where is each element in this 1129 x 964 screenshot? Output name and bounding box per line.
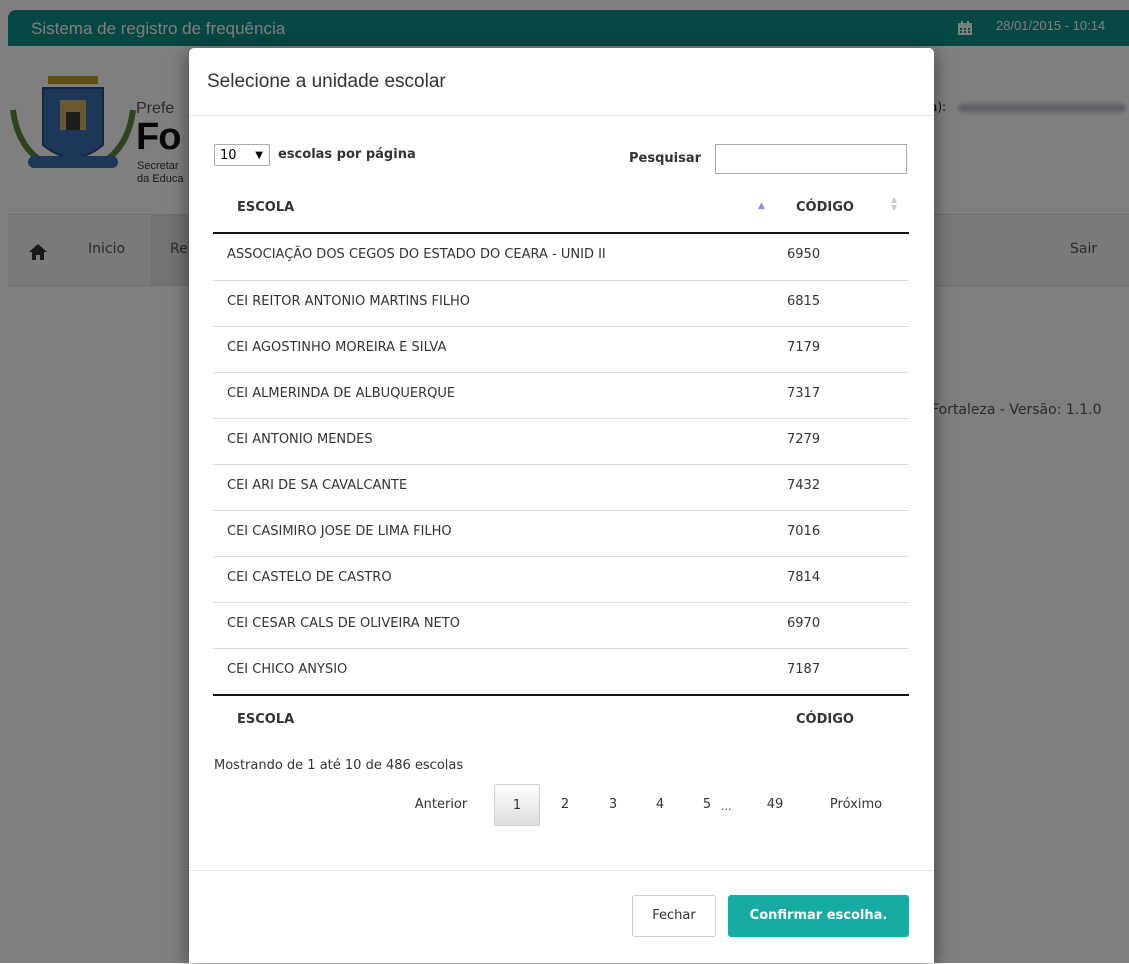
school-name-cell: CEI AGOSTINHO MOREIRA E SILVA bbox=[227, 340, 447, 355]
search-input[interactable] bbox=[715, 144, 907, 174]
school-code-cell: 7432 bbox=[787, 478, 821, 493]
pagination-page-4[interactable]: 4 bbox=[647, 784, 673, 826]
sort-ascending-icon: ▲ bbox=[758, 201, 765, 211]
table-header: ESCOLA ▲ CÓDIGO ▲ ▼ bbox=[213, 185, 909, 234]
table-footer: ESCOLA CÓDIGO bbox=[213, 694, 909, 742]
sort-both-icon: ▲ ▼ bbox=[891, 195, 898, 212]
table-row[interactable]: CEI ARI DE SA CAVALCANTE 7432 bbox=[213, 464, 909, 510]
pagination-page-3[interactable]: 3 bbox=[600, 784, 626, 826]
schools-table: ESCOLA ▲ CÓDIGO ▲ ▼ ASSOCIAÇÃO DOS CEGOS … bbox=[213, 185, 909, 742]
page-length-label: escolas por página bbox=[278, 147, 416, 162]
chevron-down-icon: ▼ bbox=[255, 150, 263, 161]
table-info: Mostrando de 1 até 10 de 486 escolas bbox=[214, 758, 464, 773]
table-row[interactable]: CEI ANTONIO MENDES 7279 bbox=[213, 418, 909, 464]
school-name-cell: CEI CASIMIRO JOSE DE LIMA FILHO bbox=[227, 524, 452, 539]
pagination-next[interactable]: Próximo bbox=[819, 784, 893, 826]
school-code-cell: 7016 bbox=[787, 524, 821, 539]
close-button[interactable]: Fechar bbox=[632, 895, 716, 937]
confirm-button[interactable]: Confirmar escolha. bbox=[728, 895, 909, 937]
table-row[interactable]: CEI CASTELO DE CASTRO 7814 bbox=[213, 556, 909, 602]
school-name-cell: CEI ANTONIO MENDES bbox=[227, 432, 373, 447]
pagination-page-1[interactable]: 1 bbox=[494, 784, 540, 826]
column-header-escola[interactable]: ESCOLA bbox=[237, 200, 294, 215]
footer-column-escola: ESCOLA bbox=[237, 712, 295, 727]
school-name-cell: CEI REITOR ANTONIO MARTINS FILHO bbox=[227, 294, 471, 309]
school-name-cell: ASSOCIAÇÃO DOS CEGOS DO ESTADO DO CEARA … bbox=[227, 247, 606, 262]
pagination-page-2[interactable]: 2 bbox=[552, 784, 578, 826]
table-row[interactable]: CEI AGOSTINHO MOREIRA E SILVA 7179 bbox=[213, 326, 909, 372]
page-length-value: 10 bbox=[220, 148, 237, 163]
column-header-codigo[interactable]: CÓDIGO bbox=[796, 200, 854, 215]
page-length-select[interactable]: 10 ▼ bbox=[214, 144, 270, 166]
school-name-cell: CEI CESAR CALS DE OLIVEIRA NETO bbox=[227, 616, 460, 631]
table-row[interactable]: CEI REITOR ANTONIO MARTINS FILHO 6815 bbox=[213, 280, 909, 326]
select-school-modal: Selecione a unidade escolar 10 ▼ escolas… bbox=[189, 48, 934, 963]
school-code-cell: 7814 bbox=[787, 570, 821, 585]
table-row[interactable]: CEI ALMERINDA DE ALBUQUERQUE 7317 bbox=[213, 372, 909, 418]
modal-footer: Fechar Confirmar escolha. bbox=[189, 870, 934, 964]
school-code-cell: 7179 bbox=[787, 340, 821, 355]
school-code-cell: 7279 bbox=[787, 432, 821, 447]
table-row[interactable]: ASSOCIAÇÃO DOS CEGOS DO ESTADO DO CEARA … bbox=[213, 234, 909, 280]
pagination-page-49[interactable]: 49 bbox=[761, 784, 789, 826]
pagination-page-5[interactable]: 5 bbox=[694, 784, 720, 826]
pagination-previous[interactable]: Anterior bbox=[405, 784, 477, 826]
pagination-ellipsis: ... bbox=[721, 800, 732, 813]
school-code-cell: 7187 bbox=[787, 662, 821, 677]
school-name-cell: CEI ARI DE SA CAVALCANTE bbox=[227, 478, 408, 493]
school-code-cell: 6950 bbox=[787, 247, 821, 262]
table-row[interactable]: CEI CASIMIRO JOSE DE LIMA FILHO 7016 bbox=[213, 510, 909, 556]
modal-header: Selecione a unidade escolar bbox=[189, 48, 934, 116]
school-name-cell: CEI ALMERINDA DE ALBUQUERQUE bbox=[227, 386, 456, 401]
footer-column-codigo: CÓDIGO bbox=[796, 712, 854, 727]
school-name-cell: CEI CASTELO DE CASTRO bbox=[227, 570, 392, 585]
table-row[interactable]: CEI CESAR CALS DE OLIVEIRA NETO 6970 bbox=[213, 602, 909, 648]
search-label: Pesquisar bbox=[629, 151, 702, 166]
table-row[interactable]: CEI CHICO ANYSIO 7187 bbox=[213, 648, 909, 694]
school-code-cell: 6970 bbox=[787, 616, 821, 631]
school-code-cell: 6815 bbox=[787, 294, 821, 309]
school-code-cell: 7317 bbox=[787, 386, 821, 401]
table-body: ASSOCIAÇÃO DOS CEGOS DO ESTADO DO CEARA … bbox=[213, 234, 909, 694]
modal-title: Selecione a unidade escolar bbox=[207, 71, 446, 92]
school-name-cell: CEI CHICO ANYSIO bbox=[227, 662, 348, 677]
